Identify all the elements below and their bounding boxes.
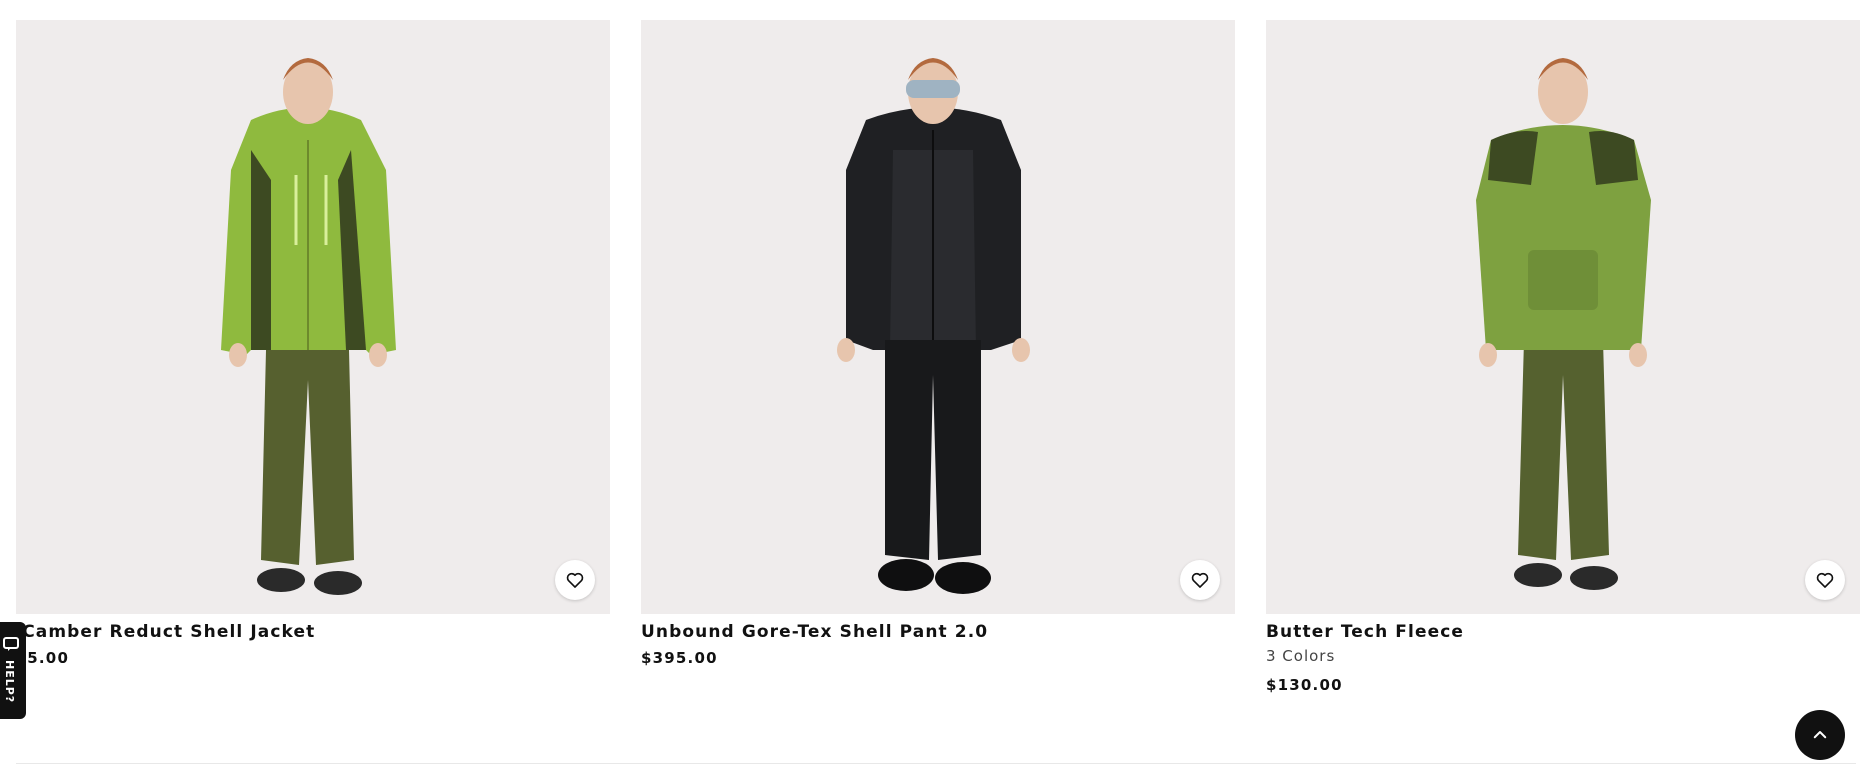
chevron-up-icon <box>1813 731 1827 739</box>
favorite-button[interactable] <box>1180 560 1220 600</box>
product-card[interactable]: c Camber Reduct Shell Jacket 385.00 <box>4 20 610 669</box>
product-card[interactable]: Unbound Gore-Tex Shell Pant 2.0 $395.00 <box>641 20 1235 669</box>
product-photo-pant <box>837 58 1030 594</box>
help-tab[interactable]: HELP? <box>0 622 26 719</box>
product-name[interactable]: Unbound Gore-Tex Shell Pant 2.0 <box>641 620 1235 644</box>
product-photo-jacket <box>221 58 396 595</box>
heart-outline-icon <box>1816 572 1834 588</box>
divider <box>16 763 1856 764</box>
product-image[interactable] <box>641 20 1235 614</box>
product-image[interactable] <box>1266 20 1860 614</box>
product-price: $130.00 <box>1266 676 1343 694</box>
favorite-button[interactable] <box>1805 560 1845 600</box>
product-price: $395.00 <box>641 649 718 667</box>
product-photo-fleece <box>1476 58 1651 590</box>
help-label: HELP? <box>3 660 16 704</box>
color-count[interactable]: 3 Colors <box>1266 646 1860 666</box>
heart-outline-icon <box>566 572 584 588</box>
product-name[interactable]: Butter Tech Fleece <box>1266 620 1860 644</box>
heart-outline-icon <box>1191 572 1209 588</box>
product-grid: c Camber Reduct Shell Jacket 385.00 Unbo… <box>0 0 1871 765</box>
product-image[interactable] <box>16 20 610 614</box>
product-card[interactable]: Butter Tech Fleece 3 Colors $130.00 <box>1266 20 1860 696</box>
favorite-button[interactable] <box>555 560 595 600</box>
chat-icon <box>3 637 19 651</box>
product-name[interactable]: c Camber Reduct Shell Jacket <box>4 620 610 644</box>
product-price: 385.00 <box>4 649 70 667</box>
scroll-to-top-button[interactable] <box>1795 710 1845 760</box>
